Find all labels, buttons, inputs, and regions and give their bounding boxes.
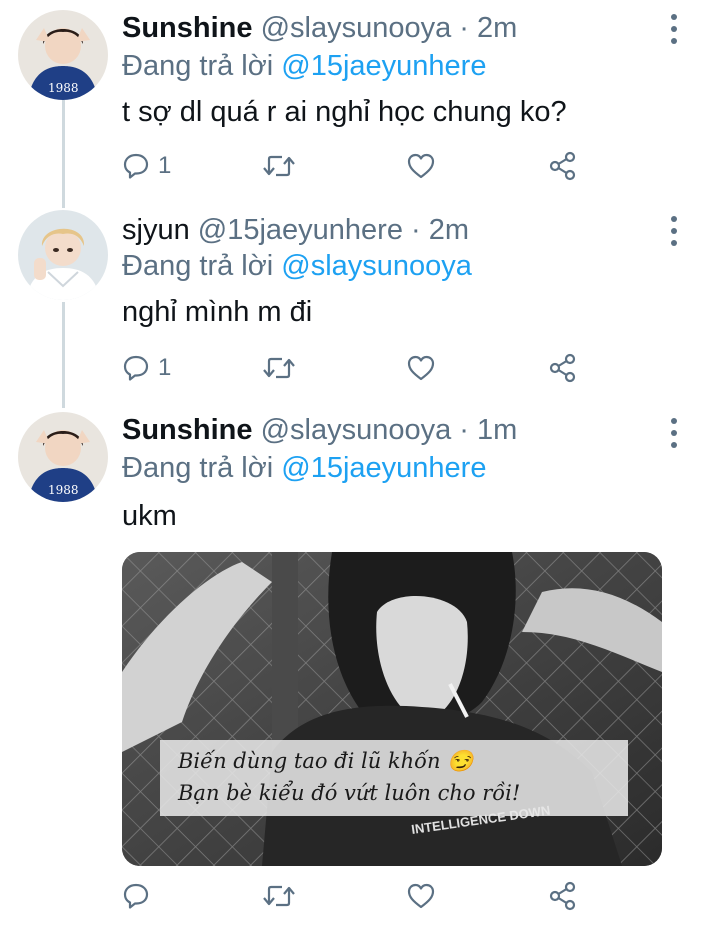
- more-options-icon[interactable]: [664, 418, 684, 448]
- retweet-icon: [263, 885, 295, 907]
- share-icon: [549, 881, 576, 911]
- share-button[interactable]: [548, 876, 578, 916]
- reply-icon: [123, 153, 149, 179]
- image-caption: Biến dùng tao đi lũ khốn 😏 Bạn bè kiểu đ…: [160, 740, 628, 816]
- share-button[interactable]: [548, 146, 578, 186]
- avatar-jersey-number: 1988: [48, 81, 79, 95]
- tweet[interactable]: 1988 Sunshine @slaysunooya · 2m Đang trả…: [0, 8, 720, 200]
- reply-button[interactable]: [122, 876, 158, 916]
- like-button[interactable]: [406, 146, 436, 186]
- user-handle[interactable]: @slaysunooya: [261, 12, 452, 44]
- reply-count: 1: [158, 354, 172, 381]
- tweet-text: nghỉ mình m đi: [122, 296, 313, 328]
- replying-to-label: Đang trả lời: [122, 250, 274, 282]
- tweet-header: Sunshine @slaysunooya · 2m: [122, 10, 517, 46]
- separator-dot: ·: [459, 414, 469, 446]
- more-options-icon[interactable]: [664, 216, 684, 246]
- timestamp[interactable]: 2m: [429, 214, 469, 246]
- retweet-button[interactable]: [262, 348, 296, 388]
- like-icon: [407, 355, 435, 381]
- timestamp[interactable]: 1m: [477, 414, 517, 446]
- user-handle[interactable]: @slaysunooya: [261, 414, 452, 446]
- tweet-text: ukm: [122, 500, 177, 532]
- display-name[interactable]: sjyun: [122, 214, 190, 246]
- reply-icon: [123, 883, 149, 909]
- share-icon: [549, 353, 576, 383]
- retweet-icon: [263, 155, 295, 177]
- tweet[interactable]: 1988 Sunshine @slaysunooya · 1m Đang trả…: [0, 412, 720, 925]
- replying-to-label: Đang trả lời: [122, 50, 274, 82]
- like-icon: [407, 153, 435, 179]
- retweet-icon: [263, 357, 295, 379]
- avatar[interactable]: 1988: [18, 10, 108, 100]
- caption-line: Bạn bè kiểu đó vứt luôn cho rồi!: [178, 781, 521, 805]
- tweet-image[interactable]: INTELLIGENCE DOWN Biến dùng tao đi lũ kh…: [122, 552, 662, 866]
- action-bar: 1: [122, 146, 592, 186]
- reply-button[interactable]: 1: [122, 146, 171, 186]
- avatar-jersey-number: 1988: [48, 483, 79, 497]
- tweet-header: Sunshine @slaysunooya · 1m: [122, 412, 517, 448]
- user-handle[interactable]: @15jaeyunhere: [198, 214, 403, 246]
- photo-illustration: INTELLIGENCE DOWN: [122, 552, 662, 866]
- avatar[interactable]: [18, 210, 108, 300]
- timestamp[interactable]: 2m: [477, 12, 517, 44]
- retweet-button[interactable]: [262, 146, 296, 186]
- more-options-icon[interactable]: [664, 14, 684, 44]
- reply-button[interactable]: 1: [122, 348, 171, 388]
- mention-link[interactable]: @15jaeyunhere: [281, 452, 486, 484]
- action-bar: [122, 876, 592, 916]
- like-button[interactable]: [406, 348, 436, 388]
- replying-to: Đang trả lời @15jaeyunhere: [122, 48, 486, 84]
- replying-to-label: Đang trả lời: [122, 452, 274, 484]
- mention-link[interactable]: @slaysunooya: [281, 250, 472, 282]
- separator-dot: ·: [411, 214, 421, 246]
- share-button[interactable]: [548, 348, 578, 388]
- caption-line: Biến dùng tao đi lũ khốn 😏: [178, 749, 474, 773]
- replying-to: Đang trả lời @slaysunooya: [122, 248, 472, 284]
- reply-count: 1: [158, 152, 172, 179]
- separator-dot: ·: [459, 12, 469, 44]
- reply-icon: [123, 355, 149, 381]
- share-icon: [549, 151, 576, 181]
- replying-to: Đang trả lời @15jaeyunhere: [122, 450, 486, 486]
- mention-link[interactable]: @15jaeyunhere: [281, 50, 486, 82]
- display-name[interactable]: Sunshine: [122, 414, 253, 446]
- like-button[interactable]: [406, 876, 436, 916]
- tweet-header: sjyun @15jaeyunhere · 2m: [122, 212, 469, 248]
- avatar[interactable]: 1988: [18, 412, 108, 502]
- display-name[interactable]: Sunshine: [122, 12, 253, 44]
- like-icon: [407, 883, 435, 909]
- action-bar: 1: [122, 348, 592, 388]
- retweet-button[interactable]: [262, 876, 296, 916]
- tweet-text: t sợ dl quá r ai nghỉ học chung ko?: [122, 96, 567, 128]
- tweet[interactable]: sjyun @15jaeyunhere · 2m Đang trả lời @s…: [0, 210, 720, 400]
